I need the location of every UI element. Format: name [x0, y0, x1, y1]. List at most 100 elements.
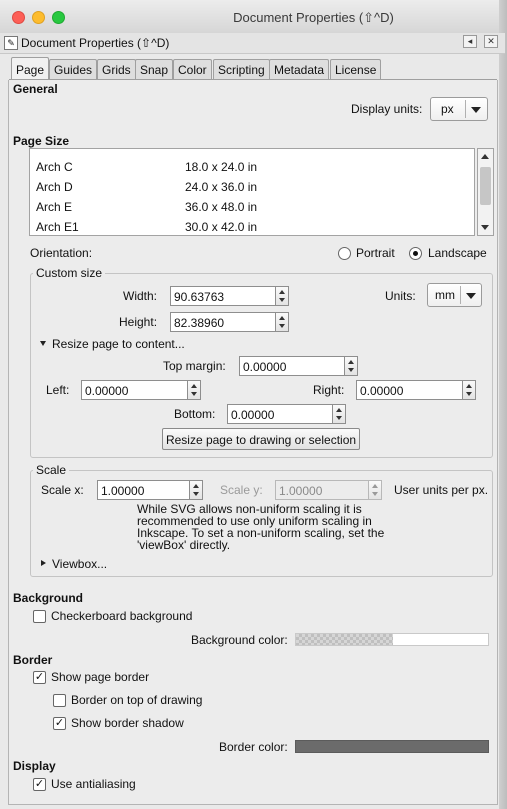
decrement-icon[interactable]	[279, 298, 285, 302]
increment-icon[interactable]	[279, 316, 285, 320]
general-heading: General	[13, 82, 58, 96]
bottom-margin-stepper[interactable]	[332, 404, 346, 424]
transparent-checker	[296, 634, 393, 645]
height-input[interactable]: 82.38960	[170, 312, 276, 332]
list-item[interactable]: Arch E1 30.0 x 42.0 in	[30, 217, 474, 235]
decrement-icon[interactable]	[191, 392, 197, 396]
bottom-margin-input[interactable]: 0.00000	[227, 404, 333, 424]
right-margin-label: Right:	[313, 383, 345, 397]
dock-close-icon[interactable]: ✕	[484, 35, 498, 48]
right-margin-spinbox[interactable]: 0.00000	[356, 380, 477, 400]
scale-title: Scale	[33, 463, 70, 477]
width-stepper[interactable]	[275, 286, 289, 306]
border-on-top-checkbox[interactable]	[53, 694, 66, 707]
scale-x-spinbox[interactable]: 1.00000	[97, 480, 204, 500]
combo-separator	[465, 100, 466, 118]
scale-y-spinbox: 1.00000	[275, 480, 383, 500]
tab-page[interactable]: Page	[11, 57, 50, 80]
window-edge	[499, 0, 507, 809]
page-size-dimensions: 36.0 x 48.0 in	[185, 200, 258, 214]
height-label: Height:	[119, 315, 158, 329]
antialiasing-checkbox[interactable]: ✓	[33, 778, 46, 791]
scroll-down-icon[interactable]	[481, 225, 489, 230]
left-margin-input[interactable]: 0.00000	[81, 380, 188, 400]
expander-closed-icon[interactable]	[41, 560, 46, 566]
scale-x-input[interactable]: 1.00000	[97, 480, 190, 500]
orientation-label: Orientation:	[30, 246, 93, 260]
top-margin-spinbox[interactable]: 0.00000	[239, 356, 359, 376]
width-spinbox[interactable]: 90.63763	[170, 286, 290, 306]
height-stepper[interactable]	[275, 312, 289, 332]
decrement-icon[interactable]	[466, 392, 472, 396]
tab-license[interactable]: License	[330, 59, 382, 80]
increment-icon[interactable]	[348, 360, 354, 364]
right-margin-input[interactable]: 0.00000	[356, 380, 463, 400]
tab-color[interactable]: Color	[173, 59, 212, 80]
scale-x-label: Scale x:	[41, 483, 84, 497]
border-shadow-checkbox[interactable]: ✓	[53, 717, 66, 730]
show-border-checkbox[interactable]: ✓	[33, 671, 46, 684]
right-margin-stepper[interactable]	[462, 380, 476, 400]
list-item[interactable]: Arch D 24.0 x 36.0 in	[30, 177, 474, 197]
top-margin-input[interactable]: 0.00000	[239, 356, 345, 376]
dock-collapse-icon[interactable]: ◂	[463, 35, 477, 48]
tab-guides[interactable]: Guides	[49, 59, 98, 80]
scale-y-label: Scale y:	[220, 483, 263, 497]
landscape-radio[interactable]	[409, 247, 422, 260]
bottom-margin-label: Bottom:	[174, 407, 216, 421]
border-shadow-label: Show border shadow	[71, 716, 184, 730]
scroll-up-icon[interactable]	[481, 154, 489, 159]
expander-open-icon[interactable]	[40, 341, 46, 346]
height-spinbox[interactable]: 82.38960	[170, 312, 290, 332]
resize-to-drawing-button[interactable]: Resize page to drawing or selection	[162, 428, 360, 450]
custom-size-title: Custom size	[33, 266, 106, 280]
show-border-label: Show page border	[51, 670, 150, 684]
decrement-icon[interactable]	[348, 368, 354, 372]
increment-icon[interactable]	[279, 290, 285, 294]
page-size-dimensions: 18.0 x 24.0 in	[185, 160, 258, 174]
decrement-icon[interactable]	[279, 324, 285, 328]
page-size-list[interactable]: Arch C 18.0 x 24.0 in Arch D 24.0 x 36.0…	[29, 148, 475, 236]
list-item[interactable]: Arch C 18.0 x 24.0 in	[30, 157, 474, 177]
scale-y-input: 1.00000	[275, 480, 369, 500]
page-size-name: Arch E1	[36, 220, 79, 234]
display-units-select[interactable]: px	[430, 97, 488, 121]
tab-scripting[interactable]: Scripting	[213, 59, 270, 80]
units-select[interactable]: mm	[427, 283, 482, 307]
landscape-label: Landscape	[428, 246, 487, 260]
page-size-scrollbar[interactable]	[477, 148, 494, 236]
tab-metadata[interactable]: Metadata	[269, 59, 330, 80]
user-units-note: User units per px.	[394, 483, 489, 497]
top-margin-stepper[interactable]	[344, 356, 358, 376]
checkerboard-checkbox[interactable]	[33, 610, 46, 623]
left-margin-label: Left:	[46, 383, 70, 397]
background-color-label: Background color:	[191, 633, 288, 647]
display-heading: Display	[13, 759, 56, 773]
increment-icon[interactable]	[191, 384, 197, 388]
width-input[interactable]: 90.63763	[170, 286, 276, 306]
scale-x-stepper[interactable]	[189, 480, 203, 500]
resize-page-expander[interactable]: Resize page to content...	[52, 337, 185, 351]
checkerboard-label: Checkerboard background	[51, 609, 193, 623]
left-margin-stepper[interactable]	[187, 380, 201, 400]
list-item[interactable]: Arch E 36.0 x 48.0 in	[30, 197, 474, 217]
border-color-swatch[interactable]	[295, 740, 489, 753]
increment-icon[interactable]	[193, 484, 199, 488]
background-color-swatch[interactable]	[295, 633, 489, 646]
scroll-thumb[interactable]	[480, 167, 491, 205]
chevron-down-icon	[466, 293, 476, 299]
viewbox-expander[interactable]: Viewbox...	[52, 557, 107, 571]
portrait-radio[interactable]	[338, 247, 351, 260]
page-size-dimensions: 30.0 x 42.0 in	[185, 220, 258, 234]
scale-y-stepper	[368, 480, 382, 500]
units-value: mm	[435, 288, 455, 302]
tab-grids[interactable]: Grids	[97, 59, 136, 80]
decrement-icon[interactable]	[193, 492, 199, 496]
display-units-label: Display units:	[351, 102, 423, 116]
increment-icon[interactable]	[336, 408, 342, 412]
decrement-icon[interactable]	[336, 416, 342, 420]
tab-snap[interactable]: Snap	[135, 59, 174, 80]
left-margin-spinbox[interactable]: 0.00000	[81, 380, 202, 400]
increment-icon[interactable]	[466, 384, 472, 388]
bottom-margin-spinbox[interactable]: 0.00000	[227, 404, 347, 424]
